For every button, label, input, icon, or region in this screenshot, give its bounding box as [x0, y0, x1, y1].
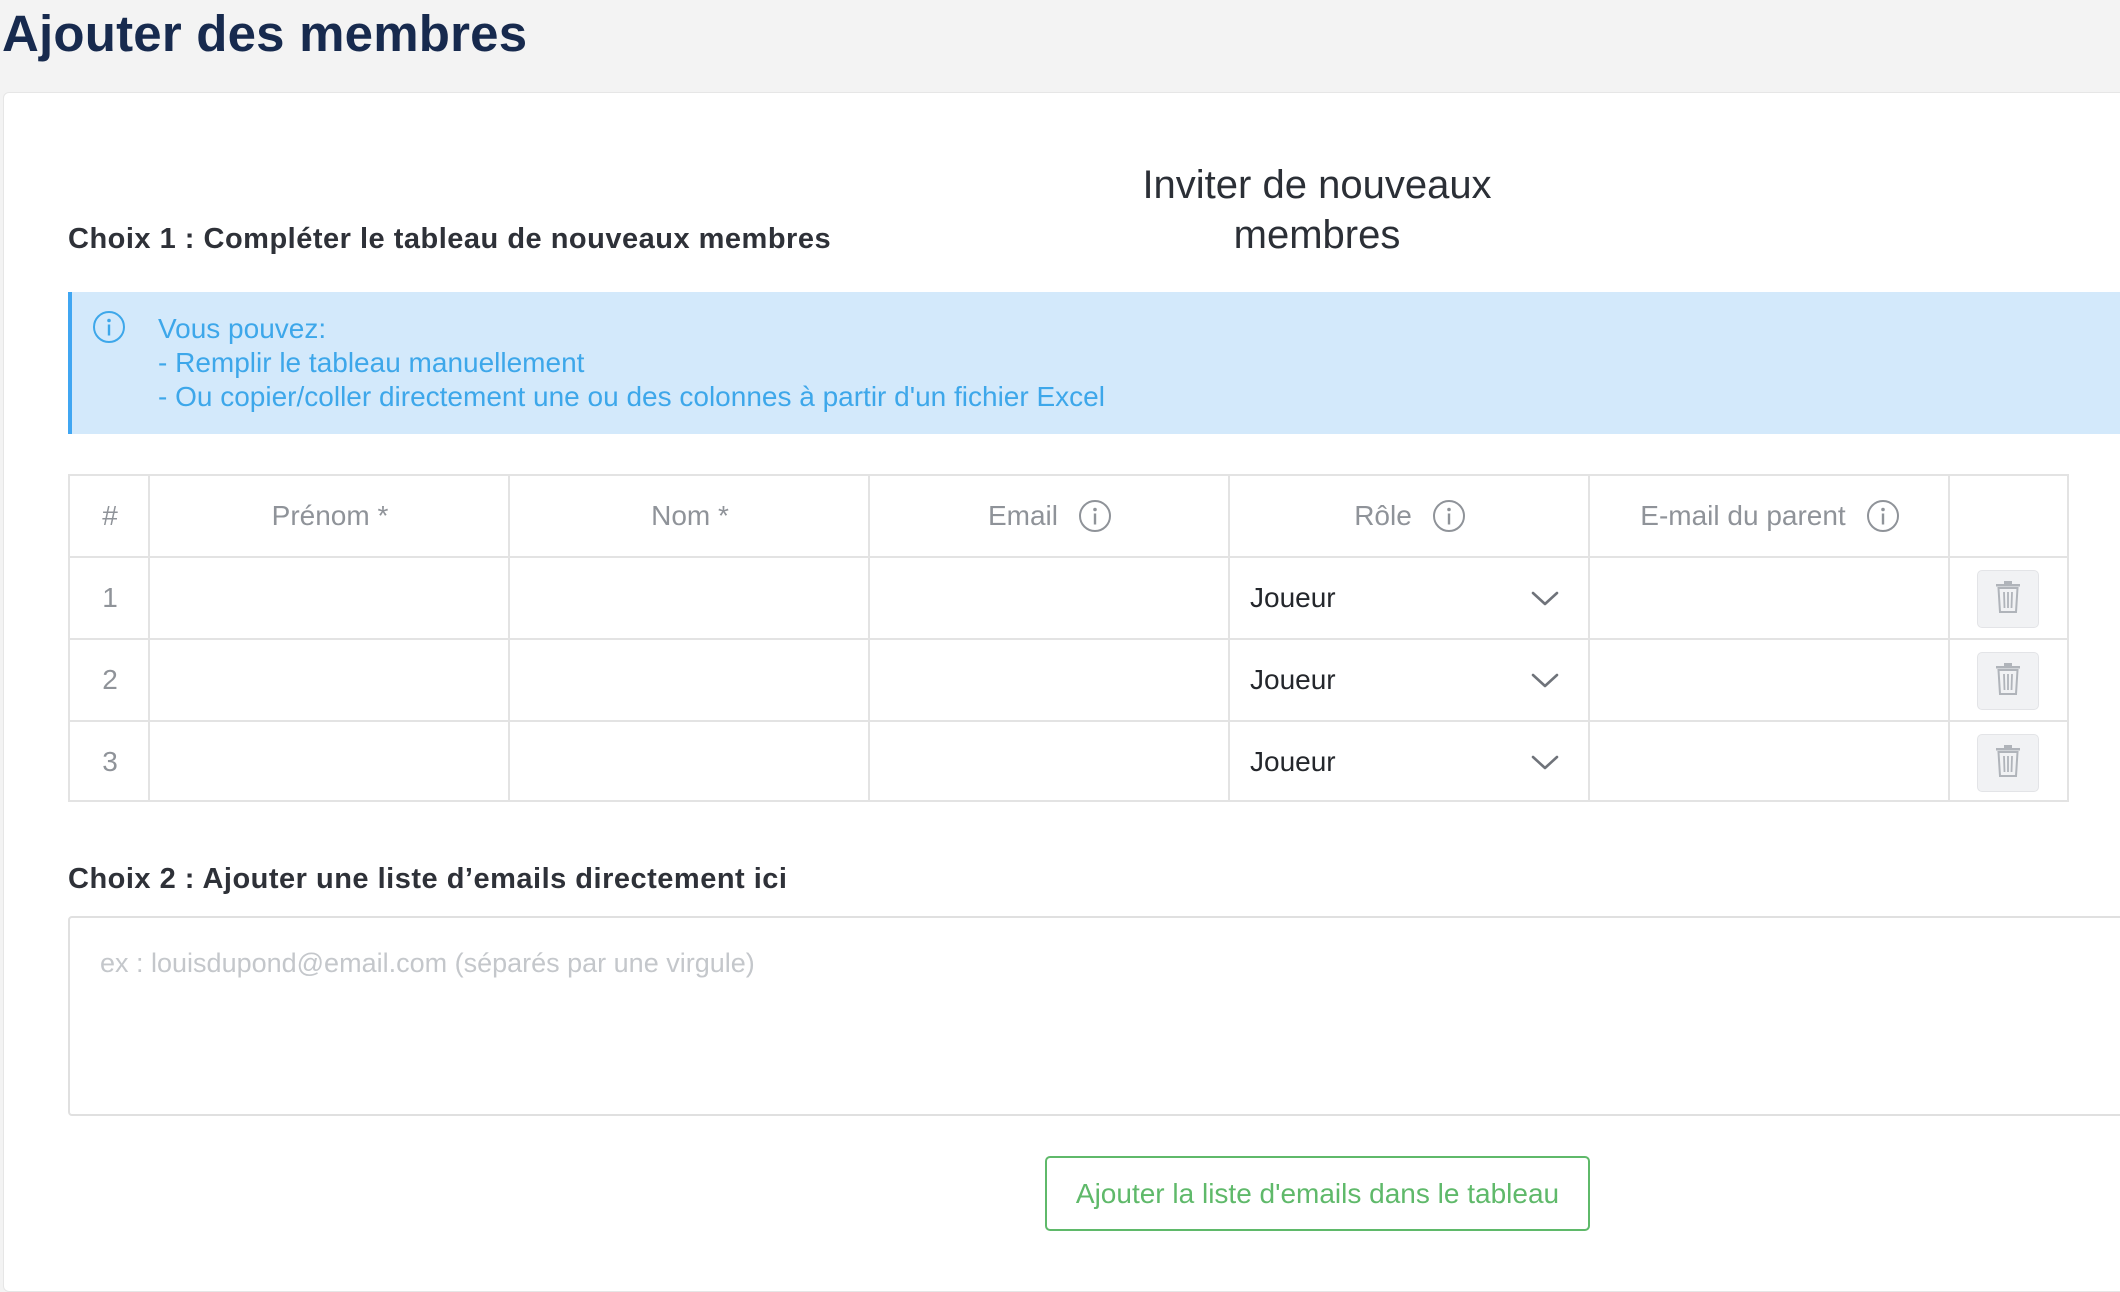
role-select-value: Joueur [1250, 746, 1336, 777]
info-alert: Vous pouvez: - Remplir le tableau manuel… [68, 292, 2120, 434]
chevron-down-icon [1530, 748, 1560, 770]
info-circle-icon [92, 310, 126, 344]
column-header-last-name: Nom * [651, 500, 729, 531]
add-email-list-button[interactable]: Ajouter la liste d'emails dans le tablea… [1045, 1156, 1590, 1231]
first-name-cell[interactable] [150, 722, 510, 802]
table-row: 2 Joueur [70, 638, 2067, 720]
role-select[interactable]: Joueur [1230, 722, 1590, 802]
chevron-down-icon [1530, 666, 1560, 688]
choice2-heading: Choix 2 : Ajouter une liste d’emails dir… [68, 863, 788, 895]
email-cell[interactable] [870, 640, 1230, 720]
row-index: 2 [102, 664, 118, 695]
email-info-icon[interactable] [1078, 499, 1112, 533]
trash-icon [1995, 580, 2021, 619]
info-line: - Ou copier/coller directement une ou de… [158, 381, 1105, 412]
column-header-index: # [102, 500, 118, 531]
column-header-actions [1950, 476, 2067, 556]
role-select-value: Joueur [1250, 664, 1336, 695]
first-name-cell[interactable] [150, 640, 510, 720]
page-title: Ajouter des membres [2, 5, 528, 62]
parent-email-info-icon[interactable] [1866, 499, 1900, 533]
parent-email-cell[interactable] [1590, 640, 1950, 720]
column-header-email: Email [870, 476, 1230, 556]
trash-icon [1995, 744, 2021, 783]
column-header-role: Rôle [1230, 476, 1590, 556]
delete-row-button[interactable] [1977, 734, 2039, 792]
chevron-down-icon [1530, 584, 1560, 606]
card-title: Inviter de nouveaux membres [1142, 163, 1492, 257]
last-name-cell[interactable] [510, 558, 870, 638]
parent-email-cell[interactable] [1590, 558, 1950, 638]
column-header-first-name: Prénom * [271, 500, 389, 531]
column-header-role-label: Rôle [1354, 500, 1412, 531]
parent-email-cell[interactable] [1590, 722, 1950, 802]
delete-row-button[interactable] [1977, 570, 2039, 628]
delete-row-button[interactable] [1977, 652, 2039, 710]
row-index: 3 [102, 746, 118, 777]
column-header-parent-email: E-mail du parent [1590, 476, 1950, 556]
table-row: 3 Joueur [70, 720, 2067, 802]
last-name-cell[interactable] [510, 722, 870, 802]
choice1-heading: Choix 1 : Compléter le tableau de nouvea… [68, 223, 832, 255]
info-line: Vous pouvez: [158, 313, 327, 344]
email-cell[interactable] [870, 558, 1230, 638]
email-cell[interactable] [870, 722, 1230, 802]
info-line: - Remplir le tableau manuellement [158, 347, 585, 378]
first-name-cell[interactable] [150, 558, 510, 638]
row-index: 1 [102, 582, 118, 613]
role-select-value: Joueur [1250, 582, 1336, 613]
role-info-icon[interactable] [1432, 499, 1466, 533]
last-name-cell[interactable] [510, 640, 870, 720]
email-list-textarea[interactable] [68, 916, 2120, 1116]
members-table: # Prénom * Nom * Email Rôle E-mail du pa… [68, 474, 2069, 802]
role-select[interactable]: Joueur [1230, 640, 1590, 720]
table-header-row: # Prénom * Nom * Email Rôle E-mail du pa… [70, 476, 2067, 556]
column-header-parent-email-label: E-mail du parent [1640, 500, 1846, 531]
column-header-email-label: Email [987, 500, 1058, 531]
table-row: 1 Joueur [70, 556, 2067, 638]
role-select[interactable]: Joueur [1230, 558, 1590, 638]
trash-icon [1995, 662, 2021, 701]
